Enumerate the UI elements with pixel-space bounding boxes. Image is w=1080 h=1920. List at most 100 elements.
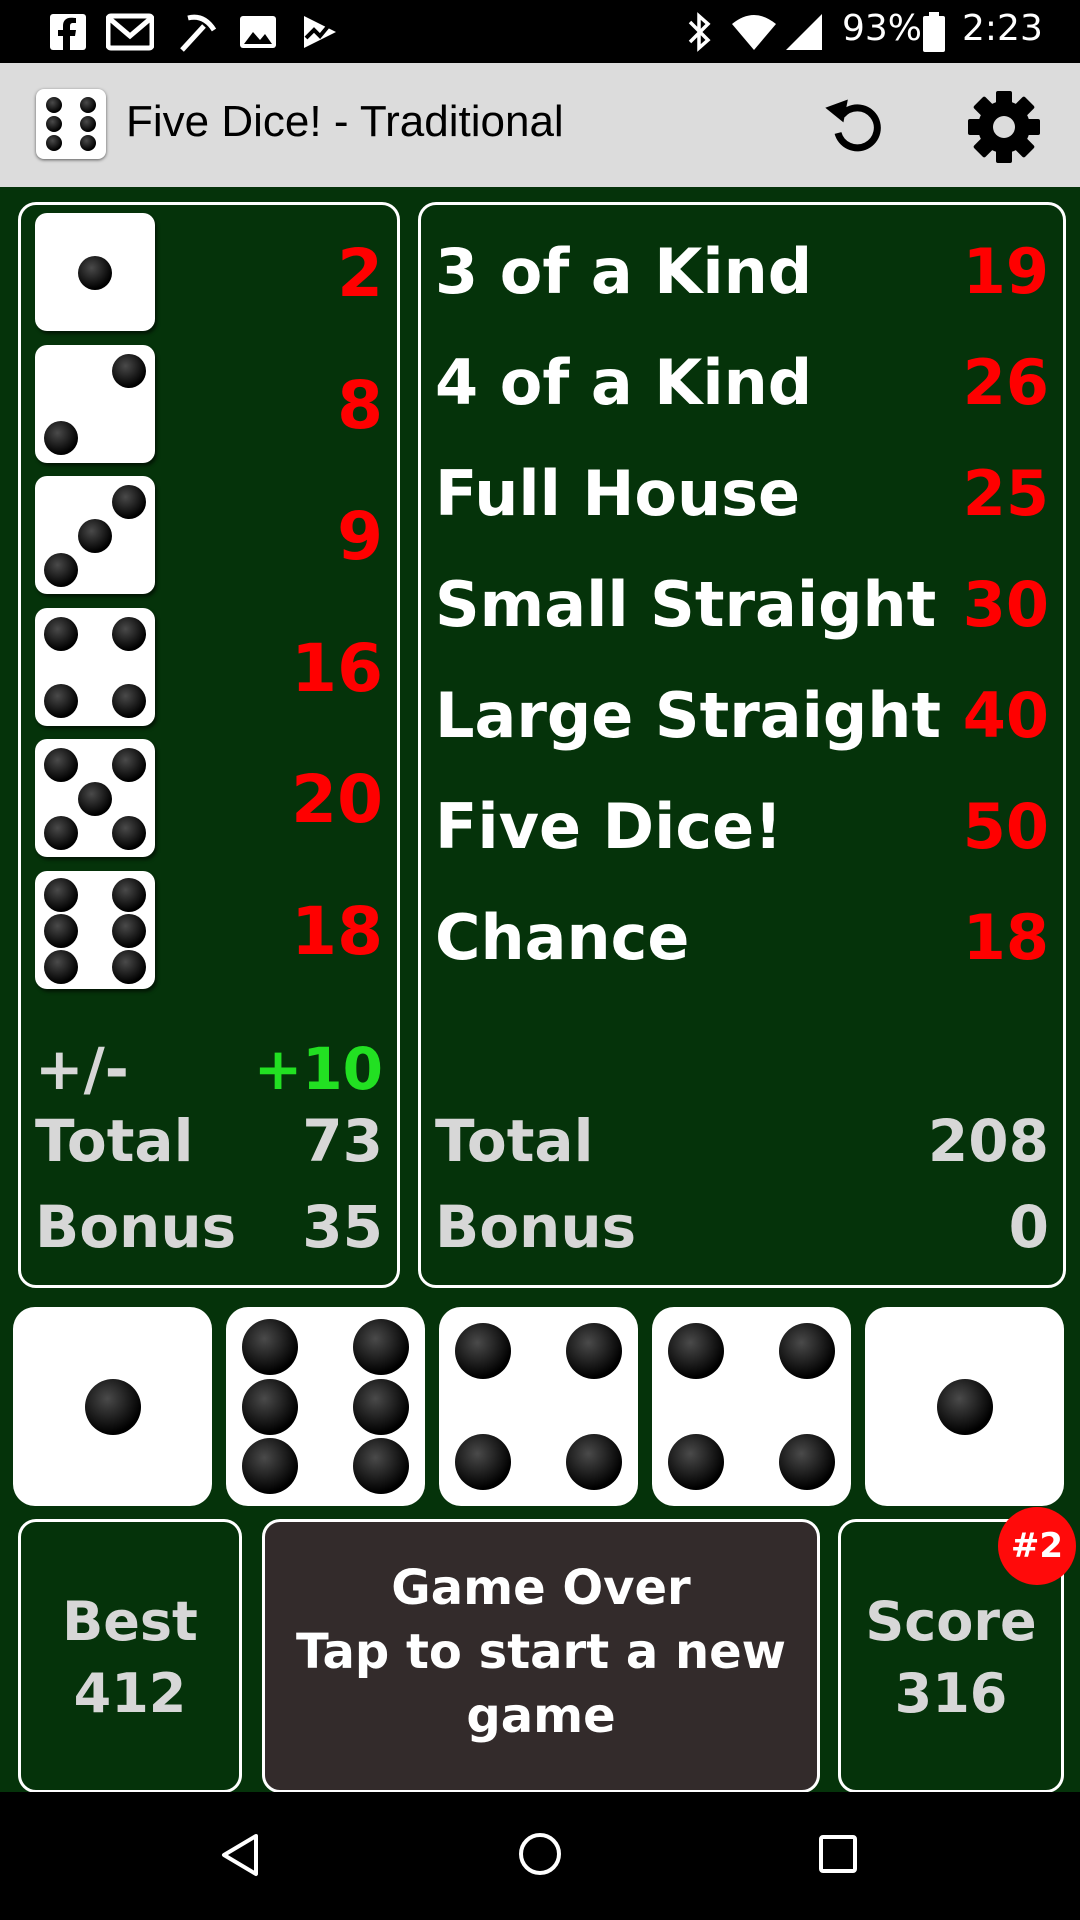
pip: [78, 782, 112, 816]
gear-icon[interactable]: [966, 89, 1042, 165]
lower-category-label[interactable]: Small Straight: [435, 568, 936, 641]
dice-app-icon: [36, 89, 106, 159]
lower-category-label[interactable]: 4 of a Kind: [435, 346, 812, 419]
pip: [78, 519, 112, 553]
app-bar: Five Dice! - Traditional: [0, 63, 1080, 187]
lower-total-label: Total: [435, 1107, 594, 1175]
upper-bonus-label: Bonus: [35, 1193, 237, 1261]
pickaxe-icon: [180, 14, 217, 52]
lower-category-label[interactable]: Chance: [435, 901, 689, 974]
pip: [241, 1378, 298, 1435]
score-label: Score: [865, 1590, 1037, 1653]
game-over-line3: game: [466, 1688, 616, 1744]
game-over-title: Game Over: [391, 1560, 691, 1616]
rolled-die[interactable]: [865, 1307, 1064, 1506]
pip: [667, 1322, 724, 1379]
pip: [44, 616, 79, 651]
pip: [111, 877, 146, 912]
lower-category-score: 26: [962, 346, 1049, 419]
best-label: Best: [62, 1590, 198, 1653]
lower-category-score: 19: [962, 235, 1049, 308]
upper-section-panel: 2 8 9 16 20 18 +/- +10 Total 73 Bonus 35: [18, 202, 400, 1288]
pip: [111, 353, 146, 388]
pip: [44, 748, 79, 783]
undo-icon[interactable]: [820, 89, 896, 165]
pip: [454, 1322, 511, 1379]
battery-icon: [923, 12, 945, 52]
pip: [353, 1378, 410, 1435]
pip: [111, 616, 146, 651]
lower-category-score: 25: [962, 457, 1049, 530]
status-bar: 93% 2:23: [0, 0, 1080, 63]
pip: [44, 684, 79, 719]
bluetooth-icon: [688, 12, 711, 52]
lower-category-score: 50: [962, 790, 1049, 863]
best-score-box: Best 412: [18, 1519, 242, 1793]
upper-bonus-value: 35: [302, 1193, 383, 1261]
home-icon[interactable]: [516, 1830, 564, 1878]
plus-minus-label: +/-: [35, 1035, 129, 1103]
lower-category-label[interactable]: Large Straight: [435, 679, 941, 752]
best-value: 412: [73, 1662, 187, 1725]
upper-category-score: 20: [291, 761, 383, 838]
lower-category-label[interactable]: Full House: [435, 457, 800, 530]
upper-category-die-2[interactable]: [35, 344, 155, 463]
new-game-button[interactable]: Game Over Tap to start a new game: [262, 1519, 820, 1793]
upper-category-score: 2: [337, 235, 383, 312]
upper-category-die-5[interactable]: [35, 739, 155, 857]
upper-category-score: 16: [291, 629, 383, 707]
lower-category-label[interactable]: 3 of a Kind: [435, 235, 812, 308]
pip: [78, 256, 112, 290]
pip: [111, 748, 146, 783]
upper-category-die-6[interactable]: [35, 870, 155, 989]
lower-bonus-value: 0: [1008, 1193, 1049, 1261]
pip: [44, 949, 79, 984]
pip: [779, 1322, 836, 1379]
pip: [353, 1318, 410, 1375]
upper-category-score: 18: [291, 892, 383, 970]
facebook-icon: [50, 14, 86, 50]
pip: [111, 949, 146, 984]
upper-category-score: 9: [337, 498, 383, 575]
pip: [111, 485, 146, 520]
pip: [44, 815, 79, 850]
upper-category-die-1[interactable]: [35, 213, 155, 331]
pip: [566, 1322, 623, 1379]
rolled-die[interactable]: [652, 1307, 851, 1506]
pip: [44, 877, 79, 912]
pip: [111, 684, 146, 719]
recents-icon[interactable]: [818, 1834, 858, 1874]
game-over-line2: Tap to start a new: [295, 1624, 787, 1680]
lower-category-label[interactable]: Five Dice!: [435, 790, 782, 863]
wifi-icon: [732, 15, 776, 50]
upper-category-die-4[interactable]: [35, 607, 155, 726]
pip: [111, 913, 146, 948]
back-icon[interactable]: [218, 1832, 264, 1878]
rolled-die[interactable]: [226, 1307, 425, 1506]
pip: [241, 1318, 298, 1375]
lower-section-panel: 3 of a Kind 19 4 of a Kind 26 Full House 25 Sm…: [418, 202, 1066, 1288]
lower-category-score: 18: [962, 901, 1049, 974]
pip: [84, 1378, 141, 1435]
pip: [667, 1434, 724, 1491]
upper-total-value: 73: [302, 1107, 383, 1175]
upper-category-die-3[interactable]: [35, 476, 155, 594]
activity-icon: [304, 16, 336, 48]
rank-badge: #2: [998, 1507, 1076, 1585]
game-board: 2 8 9 16 20 18 +/- +10 Total 73 Bonus 35 3 of…: [0, 187, 1080, 1793]
lower-bonus-label: Bonus: [435, 1193, 637, 1261]
upper-total-label: Total: [35, 1107, 194, 1175]
navigation-bar: [0, 1792, 1080, 1920]
pip: [566, 1434, 623, 1491]
lower-category-score: 40: [962, 679, 1049, 752]
clock: 2:23: [962, 8, 1043, 49]
rolled-die[interactable]: [439, 1307, 638, 1506]
app-title: Five Dice! - Traditional: [126, 97, 564, 146]
pip: [44, 421, 79, 456]
pip: [936, 1378, 993, 1435]
pip: [111, 815, 146, 850]
rolled-die[interactable]: [13, 1307, 212, 1506]
signal-icon: [786, 14, 822, 50]
pip: [353, 1438, 410, 1495]
image-icon: [240, 16, 276, 48]
